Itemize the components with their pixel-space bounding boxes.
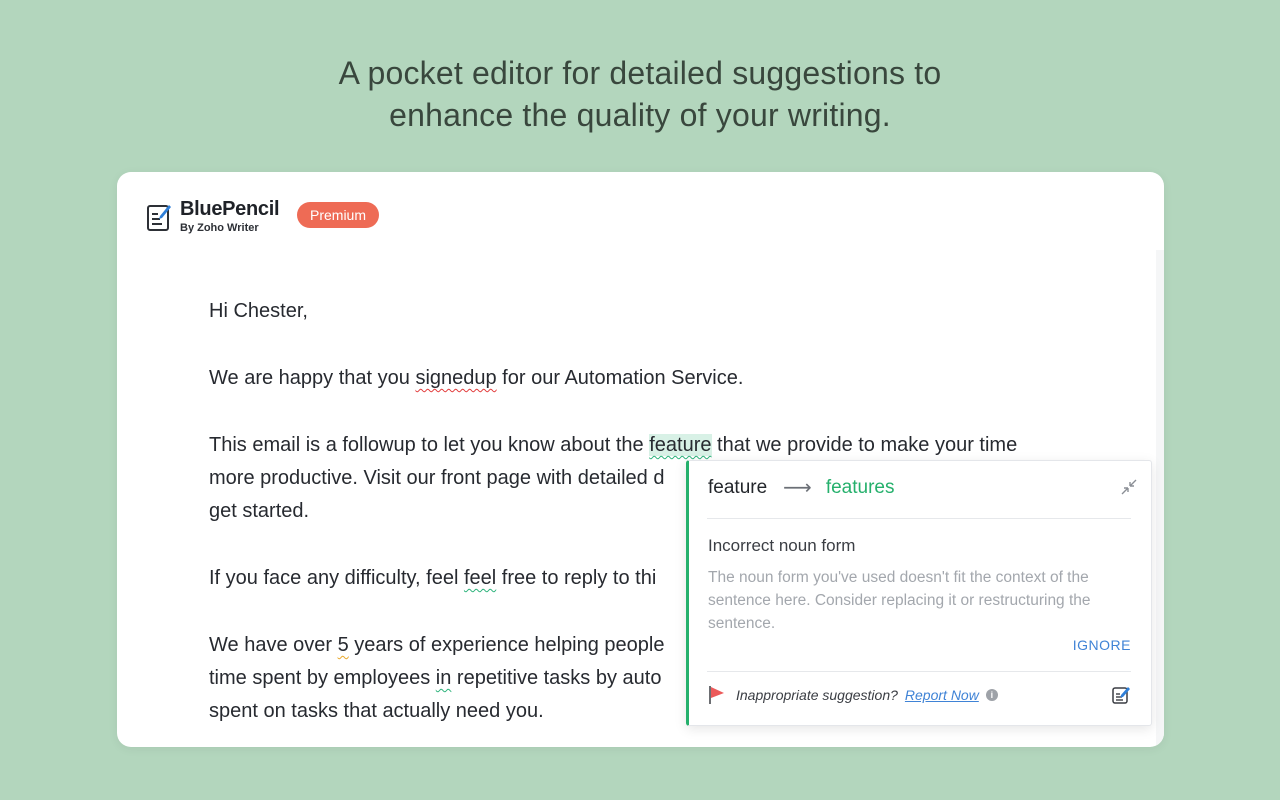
doc-text: This email is a followup to let you know… (209, 434, 650, 456)
doc-text: We are happy that you (209, 367, 416, 389)
bluepencil-logo-icon (147, 204, 171, 231)
open-editor-icon[interactable] (1111, 685, 1131, 705)
doc-text: We have over (209, 634, 338, 656)
scrollbar-track[interactable] (1156, 250, 1164, 747)
spelling-error-signedup[interactable]: signedup (415, 367, 496, 389)
headline-line-1: A pocket editor for detailed suggestions… (338, 55, 942, 91)
info-icon[interactable]: i (985, 689, 998, 701)
page-headline: A pocket editor for detailed suggestions… (0, 52, 1280, 136)
ignore-button[interactable]: IGNORE (1073, 637, 1131, 653)
doc-text: for our Automation Service. (496, 367, 744, 389)
doc-text: free to reply to thi (496, 567, 657, 589)
doc-text: If you face any difficulty, feel (209, 567, 464, 589)
grammar-error-feel[interactable]: feel (464, 567, 496, 589)
doc-paragraph: Hi Chester, (209, 295, 1109, 328)
feedback-row: Inappropriate suggestion? Report Now i (708, 685, 998, 705)
inappropriate-label: Inappropriate suggestion? (736, 687, 898, 703)
grammar-error-in[interactable]: in (436, 667, 452, 689)
replacement-word[interactable]: features (826, 475, 895, 501)
suggestion-row: feature ⟶ features (708, 475, 894, 501)
divider (707, 671, 1131, 672)
doc-text: get started. (209, 500, 310, 522)
style-suggestion-5[interactable]: 5 (338, 634, 349, 656)
suggestion-popup: feature ⟶ features Incorrect noun form T… (686, 460, 1152, 726)
greeting-text: Hi Chester, (209, 300, 308, 322)
doc-paragraph: We are happy that you signedup for our A… (209, 362, 1109, 395)
arrow-right-icon: ⟶ (783, 477, 812, 499)
doc-text: time spent by employees (209, 667, 436, 689)
report-now-link[interactable]: Report Now (905, 687, 979, 703)
brand-subtitle: By Zoho Writer (180, 222, 259, 234)
doc-text: that we provide to make your time (711, 434, 1018, 456)
error-description: The noun form you've used doesn't fit th… (708, 569, 1091, 632)
brand-logo: BluePencil By Zoho Writer (146, 198, 280, 235)
original-word: feature (708, 477, 768, 498)
error-title: Incorrect noun form (708, 536, 856, 555)
doc-text: repetitive tasks by auto (451, 667, 662, 689)
doc-text: spent on tasks that actually need you. (209, 700, 544, 722)
brand-name: BluePencil (180, 198, 280, 220)
premium-badge[interactable]: Premium (297, 202, 380, 228)
doc-text: more productive. Visit our front page wi… (209, 467, 665, 489)
grammar-error-feature[interactable]: feature (649, 434, 712, 456)
collapse-icon[interactable] (1119, 477, 1139, 497)
flag-icon (709, 686, 724, 704)
headline-line-2: enhance the quality of your writing. (389, 97, 891, 133)
doc-text: years of experience helping people (348, 634, 665, 656)
divider (707, 518, 1131, 519)
